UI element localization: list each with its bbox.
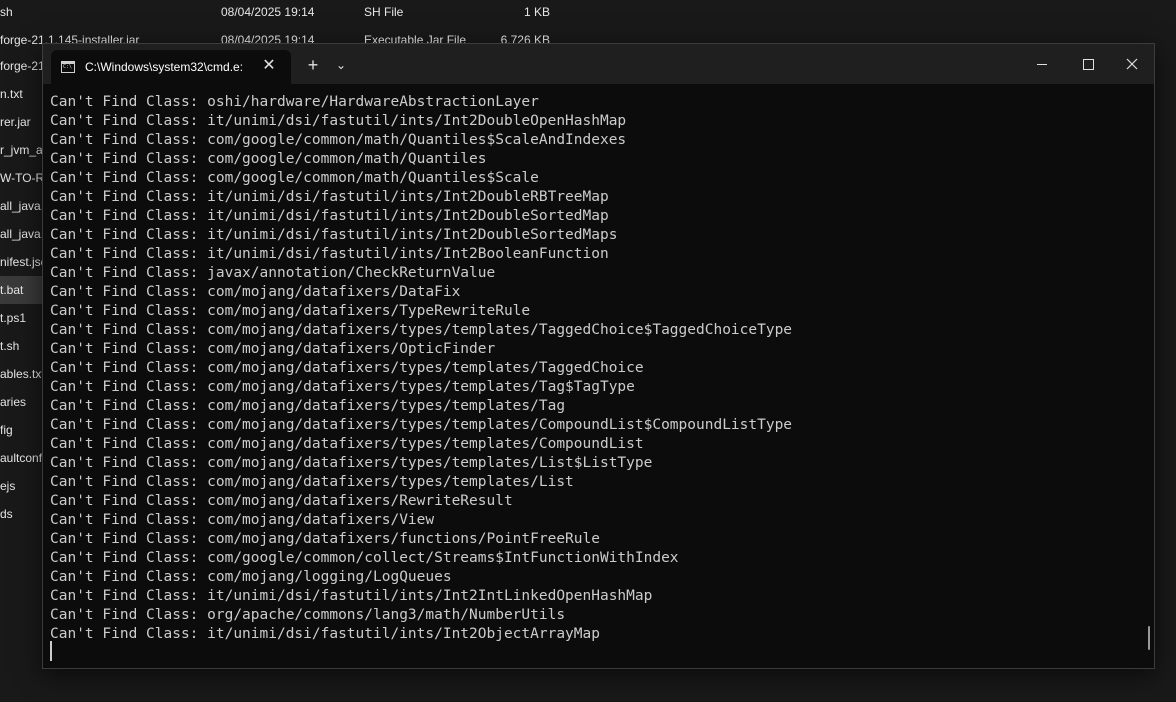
- console-line: Can't Find Class: com/google/common/math…: [50, 170, 539, 186]
- console-line: Can't Find Class: com/mojang/datafixers/…: [50, 303, 531, 319]
- console-line: Can't Find Class: com/google/common/math…: [50, 151, 487, 167]
- chevron-down-icon[interactable]: ⌄: [331, 53, 351, 77]
- file-item[interactable]: all_java.: [0, 192, 42, 220]
- console-output[interactable]: Can't Find Class: oshi/hardware/Hardware…: [43, 84, 1154, 668]
- console-line: Can't Find Class: com/google/common/coll…: [50, 550, 679, 566]
- scrollbar-thumb[interactable]: [1148, 626, 1150, 650]
- tab-title: C:\Windows\system32\cmd.e:: [85, 60, 244, 74]
- console-line: Can't Find Class: org/apache/commons/lan…: [50, 607, 566, 623]
- file-item[interactable]: r_jvm_ar: [0, 136, 42, 164]
- file-item[interactable]: nifest.jsc: [0, 248, 42, 276]
- console-line: Can't Find Class: it/unimi/dsi/fastutil/…: [50, 227, 618, 243]
- console-line: Can't Find Class: com/mojang/datafixers/…: [50, 417, 793, 433]
- file-date: 08/04/2025 19:14: [221, 5, 315, 19]
- file-item[interactable]: ables.txt: [0, 360, 42, 388]
- cmd-icon: [61, 61, 75, 73]
- file-item[interactable]: t.sh: [0, 332, 42, 360]
- new-tab-button[interactable]: +: [301, 53, 325, 77]
- file-item[interactable]: ejs: [0, 472, 42, 500]
- console-line: Can't Find Class: oshi/hardware/Hardware…: [50, 94, 539, 110]
- console-lines: Can't Find Class: oshi/hardware/Hardware…: [50, 93, 792, 644]
- console-line: Can't Find Class: com/mojang/datafixers/…: [50, 398, 566, 414]
- console-line: Can't Find Class: com/mojang/datafixers/…: [50, 379, 635, 395]
- console-line: Can't Find Class: com/mojang/datafixers/…: [50, 284, 461, 300]
- file-item[interactable]: fig: [0, 416, 42, 444]
- file-item[interactable]: rer.jar: [0, 108, 42, 136]
- console-line: Can't Find Class: com/mojang/datafixers/…: [50, 341, 496, 357]
- console-line: Can't Find Class: it/unimi/dsi/fastutil/…: [50, 113, 627, 129]
- file-item-selected[interactable]: t.bat: [0, 276, 42, 304]
- file-item[interactable]: n.txt: [0, 80, 42, 108]
- console-line: Can't Find Class: com/mojang/datafixers/…: [50, 322, 793, 338]
- terminal-window: C:\Windows\system32\cmd.e: ✕ + ⌄ Can't F…: [42, 43, 1155, 669]
- file-row[interactable]: sh 08/04/2025 19:14 SH File 1 KB: [0, 0, 560, 24]
- console-line: Can't Find Class: it/unimi/dsi/fastutil/…: [50, 588, 653, 604]
- console-line: Can't Find Class: it/unimi/dsi/fastutil/…: [50, 246, 609, 262]
- close-icon: [1126, 58, 1138, 70]
- minimize-button[interactable]: [1019, 44, 1065, 84]
- console-line: Can't Find Class: com/mojang/datafixers/…: [50, 493, 513, 509]
- file-item[interactable]: ds: [0, 500, 42, 528]
- console-line: Can't Find Class: it/unimi/dsi/fastutil/…: [50, 189, 609, 205]
- console-line: Can't Find Class: com/mojang/datafixers/…: [50, 455, 653, 471]
- console-line: Can't Find Class: it/unimi/dsi/fastutil/…: [50, 626, 600, 642]
- console-line: Can't Find Class: javax/annotation/Check…: [50, 265, 496, 281]
- file-size: 1 KB: [523, 5, 550, 19]
- file-item[interactable]: all_java.: [0, 220, 42, 248]
- console-line: Can't Find Class: com/mojang/logging/Log…: [50, 569, 452, 585]
- file-list-partial: forge-21 n.txt rer.jar r_jvm_ar W-TO-R a…: [0, 52, 42, 528]
- file-item[interactable]: t.ps1: [0, 304, 42, 332]
- console-line: Can't Find Class: com/mojang/datafixers/…: [50, 474, 574, 490]
- file-item[interactable]: aultconf: [0, 444, 42, 472]
- tab-close-icon[interactable]: ✕: [259, 56, 279, 76]
- text-cursor: [50, 641, 52, 661]
- console-line: Can't Find Class: com/mojang/datafixers/…: [50, 360, 644, 376]
- file-name: sh: [0, 5, 13, 19]
- maximize-button[interactable]: [1065, 44, 1111, 84]
- console-line: Can't Find Class: com/mojang/datafixers/…: [50, 436, 644, 452]
- file-item[interactable]: forge-21: [0, 52, 42, 80]
- console-line: Can't Find Class: com/google/common/math…: [50, 132, 627, 148]
- close-button[interactable]: [1109, 44, 1155, 84]
- file-item[interactable]: aries: [0, 388, 42, 416]
- file-type: SH File: [364, 5, 404, 19]
- console-line: Can't Find Class: com/mojang/datafixers/…: [50, 512, 435, 528]
- file-item[interactable]: W-TO-R: [0, 164, 42, 192]
- console-line: Can't Find Class: com/mojang/datafixers/…: [50, 531, 600, 547]
- console-line: Can't Find Class: it/unimi/dsi/fastutil/…: [50, 208, 609, 224]
- title-bar[interactable]: C:\Windows\system32\cmd.e: ✕ + ⌄: [43, 44, 1154, 84]
- tab-cmd[interactable]: C:\Windows\system32\cmd.e: ✕: [51, 50, 291, 84]
